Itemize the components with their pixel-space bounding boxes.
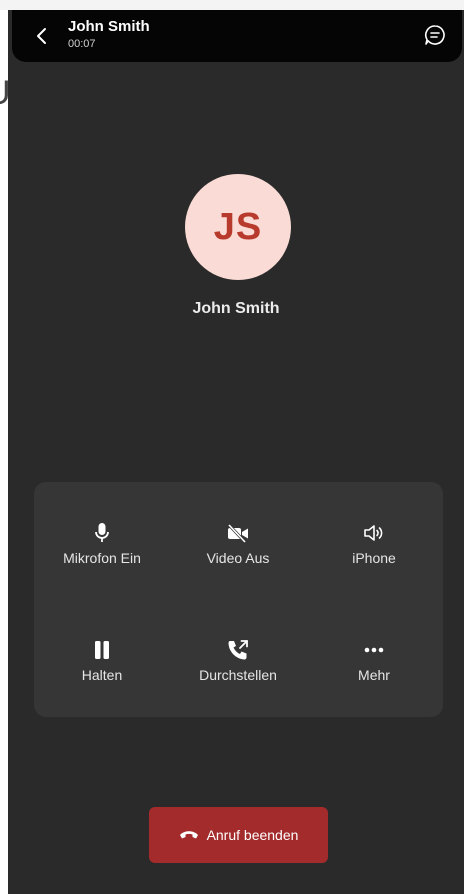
transfer-call-icon (228, 640, 248, 660)
avatar: JS (185, 174, 291, 280)
call-header: John Smith 00:07 (12, 10, 462, 62)
more-label: Mehr (358, 667, 390, 683)
video-button[interactable]: Video Aus (170, 520, 306, 590)
transfer-button[interactable]: Durchstellen (170, 637, 306, 707)
chat-icon (424, 25, 445, 45)
end-call-label: Anruf beenden (206, 827, 299, 843)
speaker-icon (364, 525, 383, 541)
page: U r John Smith 00:07 JS John Smith (0, 0, 464, 894)
audio-output-label: iPhone (352, 550, 396, 566)
audio-output-button[interactable]: iPhone (306, 520, 442, 590)
chat-button[interactable] (422, 22, 448, 48)
pause-icon (95, 641, 109, 659)
background-app-content: U r (0, 10, 8, 894)
call-duration: 00:07 (68, 38, 96, 50)
chevron-left-icon (37, 28, 46, 44)
video-off-icon (227, 523, 248, 543)
hang-up-icon (179, 831, 198, 839)
microphone-label: Mikrofon Ein (63, 550, 141, 566)
call-screen: John Smith 00:07 JS John Smith Mikrofon … (8, 10, 464, 894)
more-button[interactable]: Mehr (306, 637, 442, 707)
more-icon (364, 647, 384, 653)
end-call-button[interactable]: Anruf beenden (149, 807, 328, 863)
caller-name: John Smith (192, 300, 280, 317)
background-text: U (0, 74, 8, 113)
status-strip (0, 0, 464, 10)
microphone-icon (95, 523, 109, 542)
call-controls-panel: Mikrofon Ein Video Aus iPhone Halten Dur… (34, 482, 443, 717)
header-caller-name: John Smith (68, 18, 150, 35)
video-label: Video Aus (206, 550, 270, 566)
transfer-label: Durchstellen (199, 667, 277, 683)
microphone-button[interactable]: Mikrofon Ein (34, 520, 170, 590)
hold-button[interactable]: Halten (34, 637, 170, 707)
back-button[interactable] (30, 24, 54, 48)
hold-label: Halten (81, 667, 123, 683)
